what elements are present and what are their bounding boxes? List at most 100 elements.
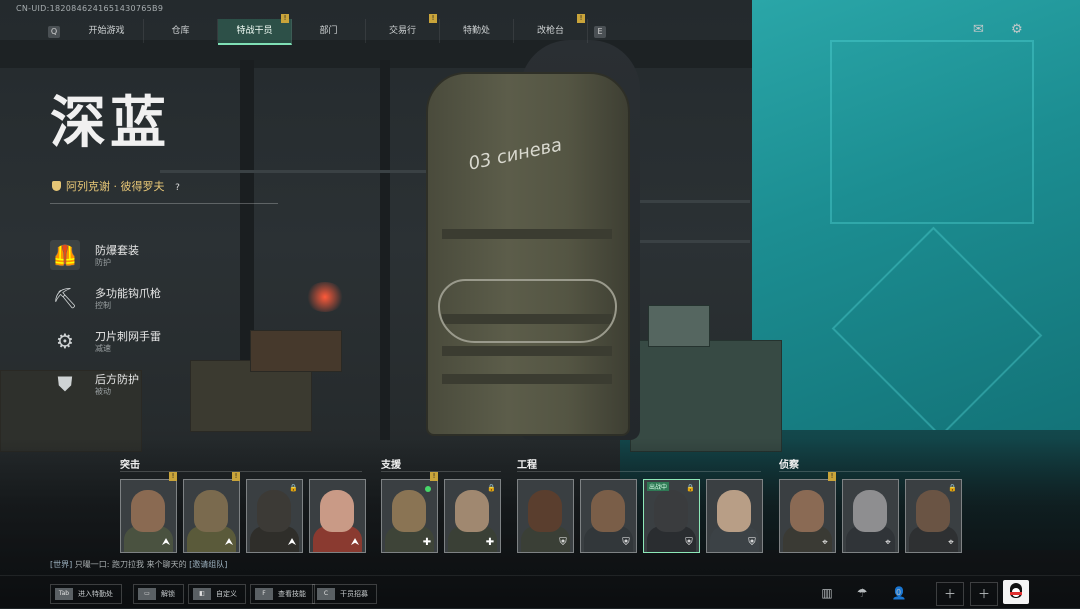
qq-penguin-icon[interactable] (1003, 580, 1029, 604)
bottom-action-button[interactable]: C 干员招募 (312, 584, 377, 604)
role-label-support: 支援 (381, 460, 401, 471)
nav-tab-label: 交易行 (388, 26, 416, 36)
button-label: 进入特勤处 (78, 590, 113, 598)
class-icon: ⌖ (885, 537, 891, 548)
alert-badge: ! (281, 14, 289, 23)
ability-name: 多功能钩爪枪 (95, 287, 161, 300)
status-dot (425, 486, 431, 492)
button-label: 查看技能 (278, 590, 306, 598)
plus-icon[interactable]: ＋ (970, 582, 998, 606)
operator-card[interactable]: ✚ 🔒 (444, 479, 501, 553)
class-icon: ⛨ (622, 537, 630, 548)
lock-icon: 🔒 (686, 484, 695, 492)
plus-icon[interactable]: ＋ (936, 582, 964, 606)
class-icon: ⮝ (287, 537, 297, 548)
operator-name-row: 阿列克谢 · 彼得罗夫? (52, 178, 185, 195)
nav-tab-label: 部门 (319, 26, 338, 36)
operator-card[interactable]: ⛨ 🔒 出战中 (643, 479, 700, 553)
class-icon: ⛨ (559, 537, 567, 548)
class-icon: ⌖ (948, 537, 954, 548)
bottom-bar: Tab 进入特勤处 ▭ 解锁 ◧ 自定义 F 查看技能 C 干员招募 ▥ ☂ 👤 0 ＋ ＋ (0, 575, 1080, 609)
top-bar: CN-UID:1820846241651430765B9 Q 开始游戏 仓库 特战干… (0, 0, 1080, 45)
nav-tab[interactable]: 部门 (292, 19, 366, 43)
operator-card[interactable]: ⌖ 🔒 (905, 479, 962, 553)
prev-tab-key[interactable]: Q (48, 26, 60, 38)
ability-list: 🦺 防爆套装 防护 ⛏ 多功能钩爪枪 控制 ⚙ 刀片刺网手雷 减速 ⛊ 后方防护 被动 (50, 238, 310, 410)
alert-badge: ! (828, 472, 836, 481)
bottom-action-button[interactable]: ◧ 自定义 (188, 584, 246, 604)
class-icon: ⛨ (685, 537, 693, 548)
class-icon: ✚ (485, 537, 495, 548)
ability-item[interactable]: 🦺 防爆套装 防护 (50, 238, 310, 281)
lock-icon: 🔒 (487, 484, 496, 492)
operator-card[interactable]: ⮝ (120, 479, 177, 553)
gear-icon[interactable]: ⚙ (1011, 22, 1023, 37)
ability-item[interactable]: ⚙ 刀片刺网手雷 减速 (50, 324, 310, 367)
key-hint: Tab (55, 588, 73, 600)
operator-portrait (717, 490, 751, 532)
nav-tab-label: 仓库 (171, 26, 190, 36)
operator-portrait (654, 490, 688, 532)
umbrella-icon[interactable]: ☂ (849, 582, 875, 604)
ability-type: 减速 (95, 344, 111, 353)
mail-icon[interactable]: ✉ (973, 22, 984, 37)
shield-icon (52, 181, 61, 191)
key-hint: ▭ (138, 588, 156, 600)
operator-card[interactable]: ⌖ (842, 479, 899, 553)
grapple-gun-icon: ⛏ (52, 286, 78, 310)
shield-marking: 03 синева (466, 134, 564, 175)
blade-grenade-icon: ⚙ (56, 329, 74, 353)
ability-item[interactable]: ⛊ 后方防护 被动 (50, 367, 310, 410)
bottom-action-button[interactable]: F 查看技能 (250, 584, 315, 604)
chat-line[interactable]: [世界] 只嘬一口: 跑刀拉我 来个聊天的 [邀请组队] (50, 559, 227, 570)
help-icon[interactable]: ? (171, 181, 185, 195)
stats-icon[interactable]: ▥ (814, 582, 840, 604)
railing (160, 170, 440, 173)
operator-card[interactable]: ⮝ 🔒 (246, 479, 303, 553)
bottom-action-button[interactable]: Tab 进入特勤处 (50, 584, 122, 604)
role-label-assault: 突击 (120, 460, 140, 471)
nav-tab[interactable]: 特勤处 (440, 19, 514, 43)
operator-card[interactable]: ⛨ (706, 479, 763, 553)
equipment-panel (648, 305, 710, 347)
nav-tab[interactable]: 交易行! (366, 14, 440, 43)
next-tab-key[interactable]: E (594, 26, 606, 38)
invite-link[interactable]: [邀请组队] (189, 560, 227, 569)
nav-tab-label: 开始游戏 (88, 26, 125, 36)
nav-tab[interactable]: 开始游戏 (70, 19, 144, 43)
operator-full-name: 阿列克谢 · 彼得罗夫 (66, 180, 165, 193)
nav-tab[interactable]: 改枪台! (514, 14, 588, 43)
nav-tab[interactable]: 仓库 (144, 19, 218, 43)
class-icon: ⌖ (822, 537, 828, 548)
main-nav: 开始游戏 仓库 特战干员! 部门 交易行! 特勤处 改枪台! (70, 14, 588, 45)
bottom-action-button[interactable]: ▭ 解锁 (133, 584, 184, 604)
operator-card[interactable]: ⮝ (309, 479, 366, 553)
alert-badge: ! (430, 472, 438, 481)
lock-icon: 🔒 (948, 484, 957, 492)
player-uid: CN-UID:1820846241651430765B9 (16, 4, 164, 13)
nav-tab[interactable]: 特战干员! (218, 14, 292, 45)
back-armor-icon: ⛊ (57, 372, 73, 396)
ability-name: 后方防护 (95, 373, 139, 386)
operator-portrait (194, 490, 228, 532)
chat-channel: [世界] (50, 560, 73, 569)
wall-graphic (830, 40, 1034, 224)
ability-item[interactable]: ⛏ 多功能钩爪枪 控制 (50, 281, 310, 324)
operator-card[interactable]: ⮝ (183, 479, 240, 553)
equipment-console (630, 340, 782, 452)
operator-card[interactable]: ⛨ (517, 479, 574, 553)
operator-card[interactable]: ⌖ (779, 479, 836, 553)
alert-badge: ! (232, 472, 240, 481)
red-light (305, 282, 345, 312)
operator-card[interactable]: ⛨ (580, 479, 637, 553)
operator-portrait (392, 490, 426, 532)
nav-tab-label: 特勤处 (462, 26, 490, 36)
ability-type: 控制 (95, 301, 111, 310)
armor-vest-icon: 🦺 (50, 240, 80, 270)
chat-message: 只嘬一口: 跑刀拉我 来个聊天的 (74, 560, 187, 569)
alert-badge: ! (577, 14, 585, 23)
operator-portrait (591, 490, 625, 532)
deployed-tag: 出战中 (647, 482, 670, 491)
operator-card[interactable]: ✚ (381, 479, 438, 553)
support-pillar (380, 60, 390, 440)
